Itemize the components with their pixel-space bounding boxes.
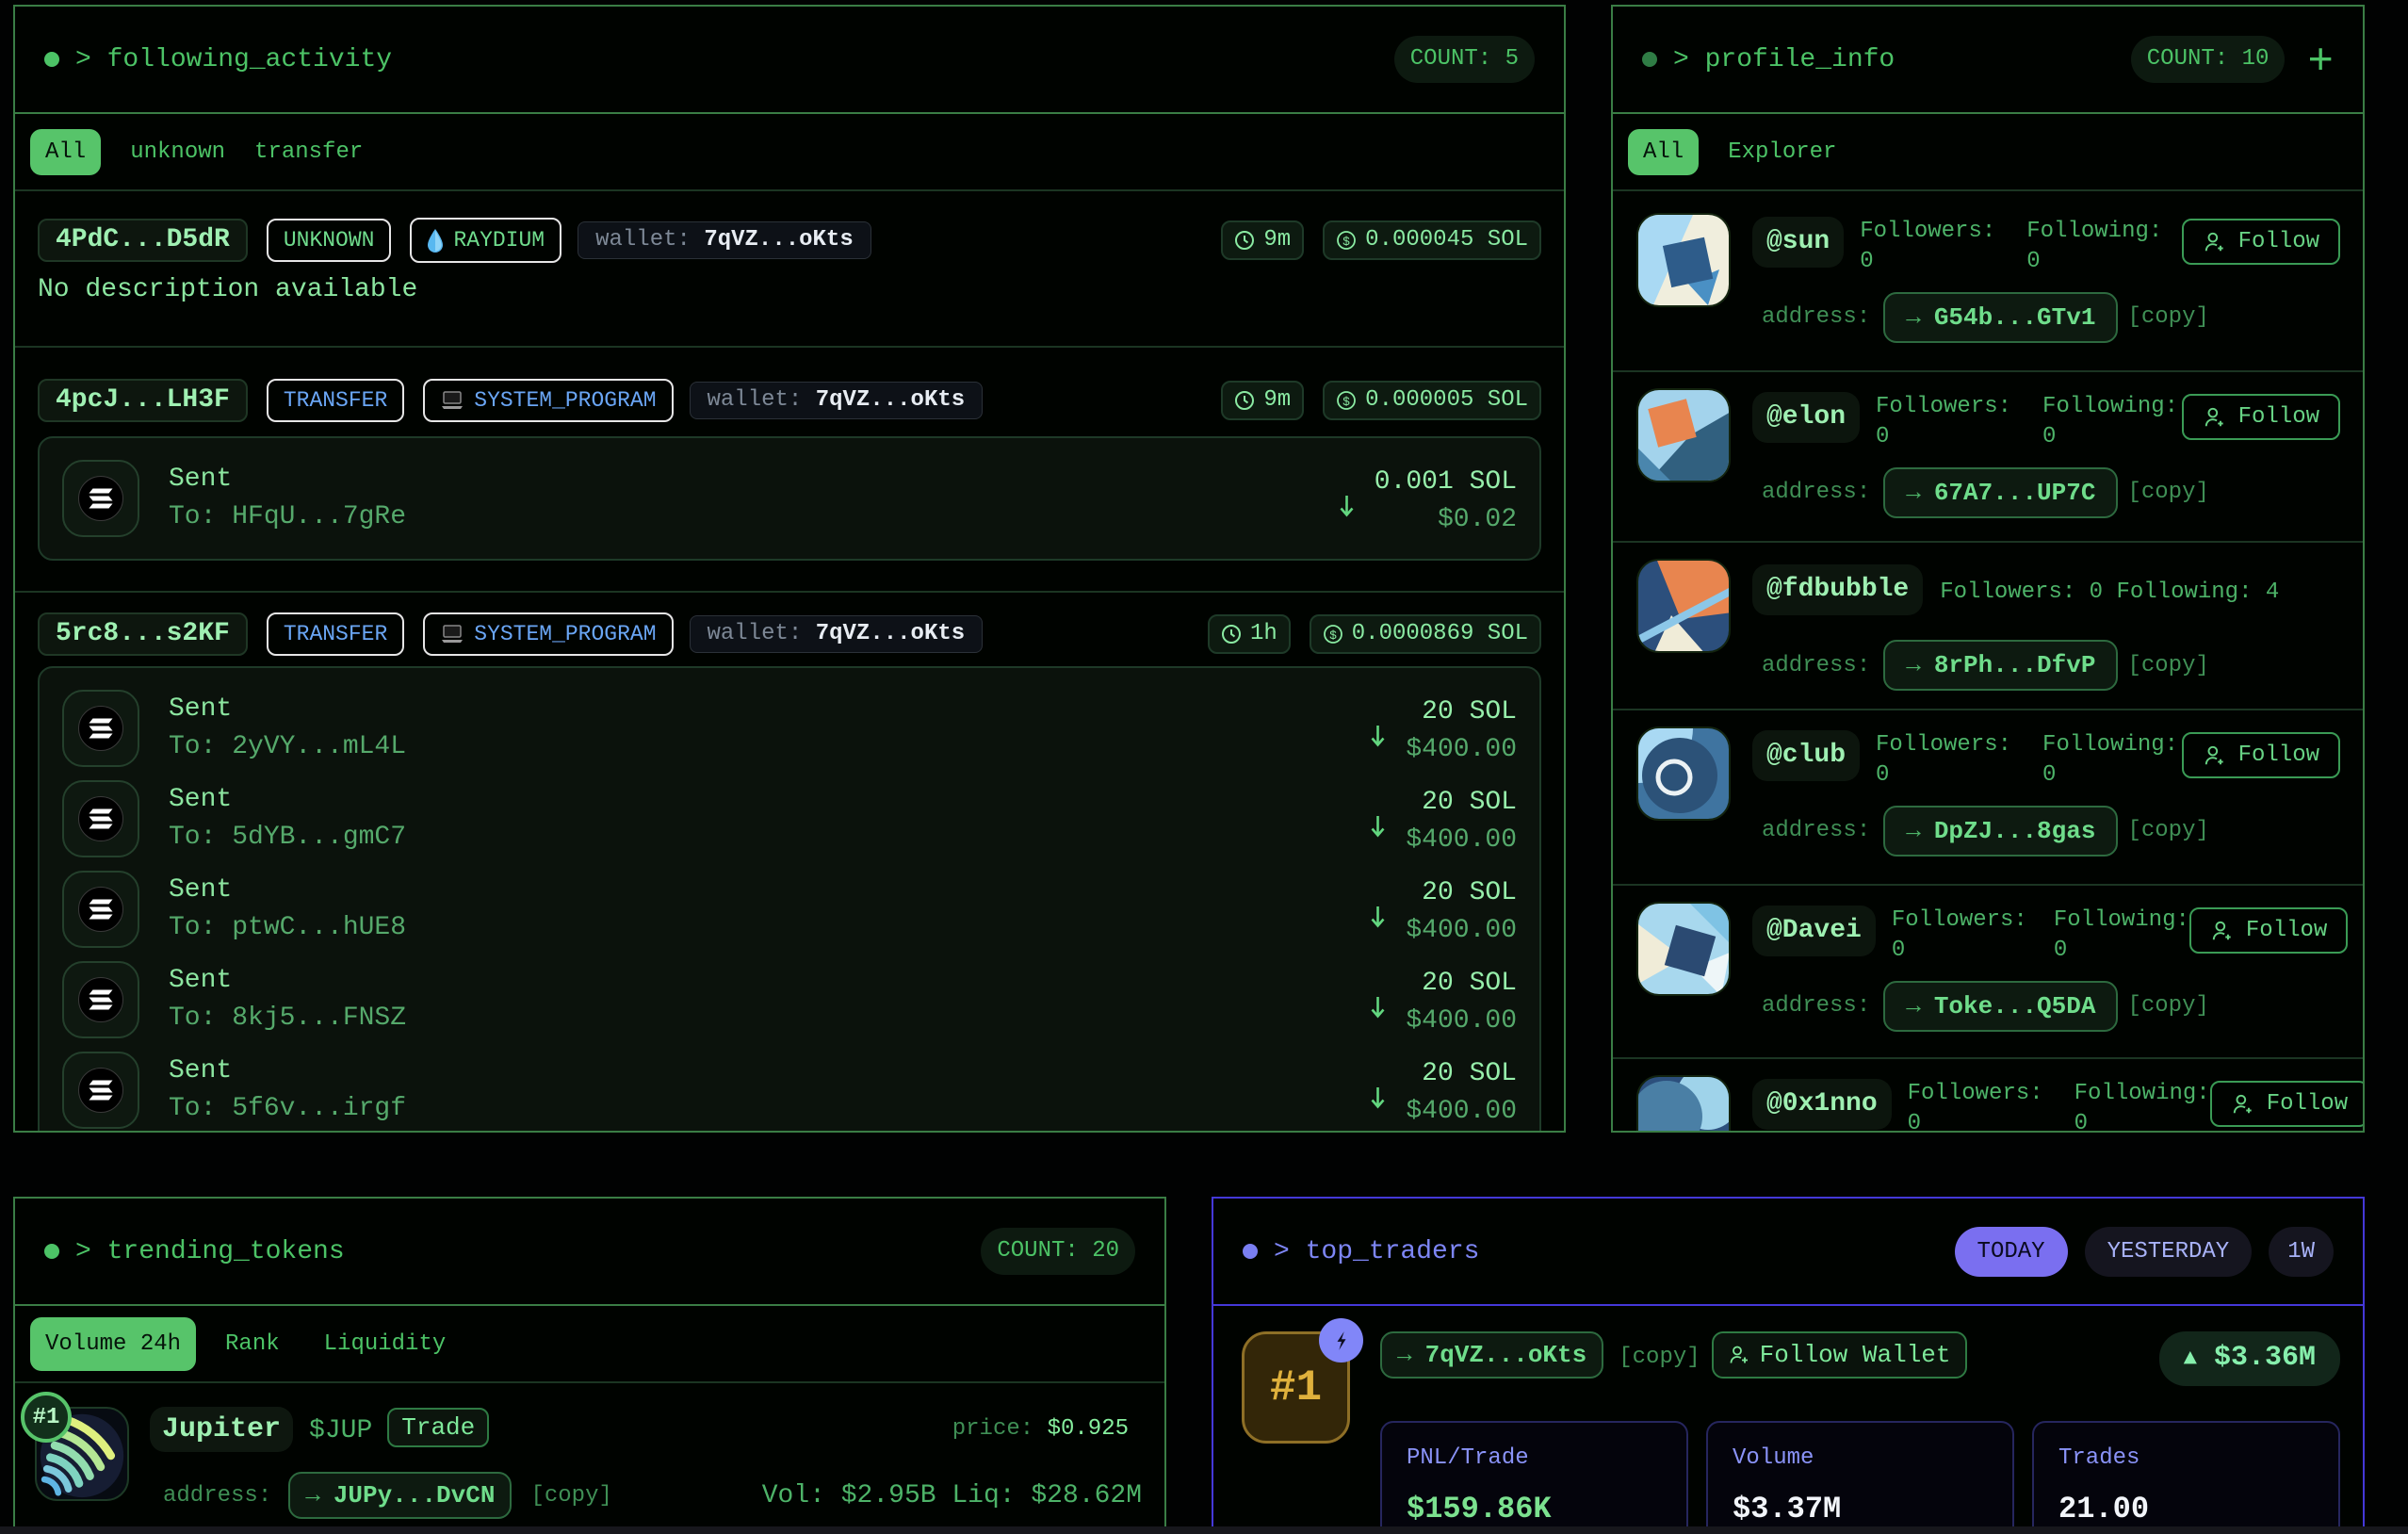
svg-text:$: $ — [1342, 395, 1350, 409]
svg-text:$: $ — [1342, 235, 1350, 249]
svg-text:$: $ — [1329, 628, 1337, 643]
